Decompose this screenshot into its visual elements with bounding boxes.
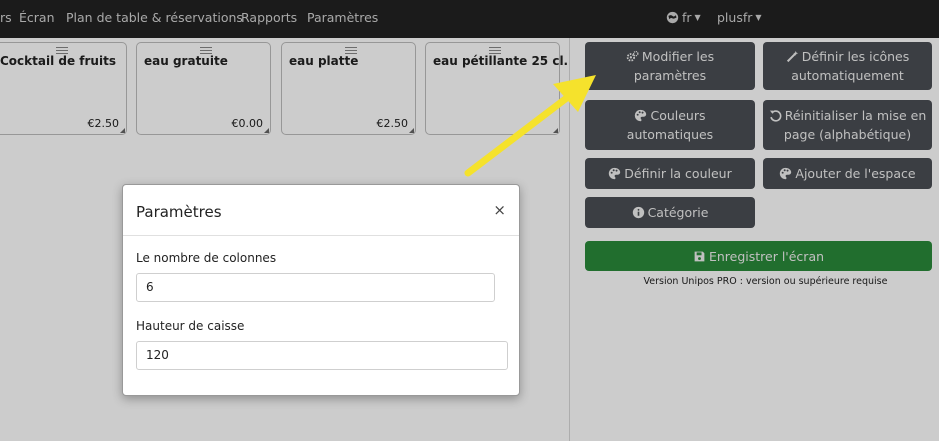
settings-modal: Paramètres × Le nombre de colonnes 6 Hau… bbox=[122, 184, 520, 396]
modal-title: Paramètres bbox=[136, 203, 222, 221]
height-input[interactable]: 120 bbox=[136, 341, 508, 370]
height-label: Hauteur de caisse bbox=[136, 319, 245, 333]
modal-header: Paramètres × bbox=[123, 185, 519, 236]
close-icon[interactable]: × bbox=[493, 201, 506, 219]
columns-input[interactable]: 6 bbox=[136, 273, 495, 302]
columns-label: Le nombre de colonnes bbox=[136, 251, 277, 265]
